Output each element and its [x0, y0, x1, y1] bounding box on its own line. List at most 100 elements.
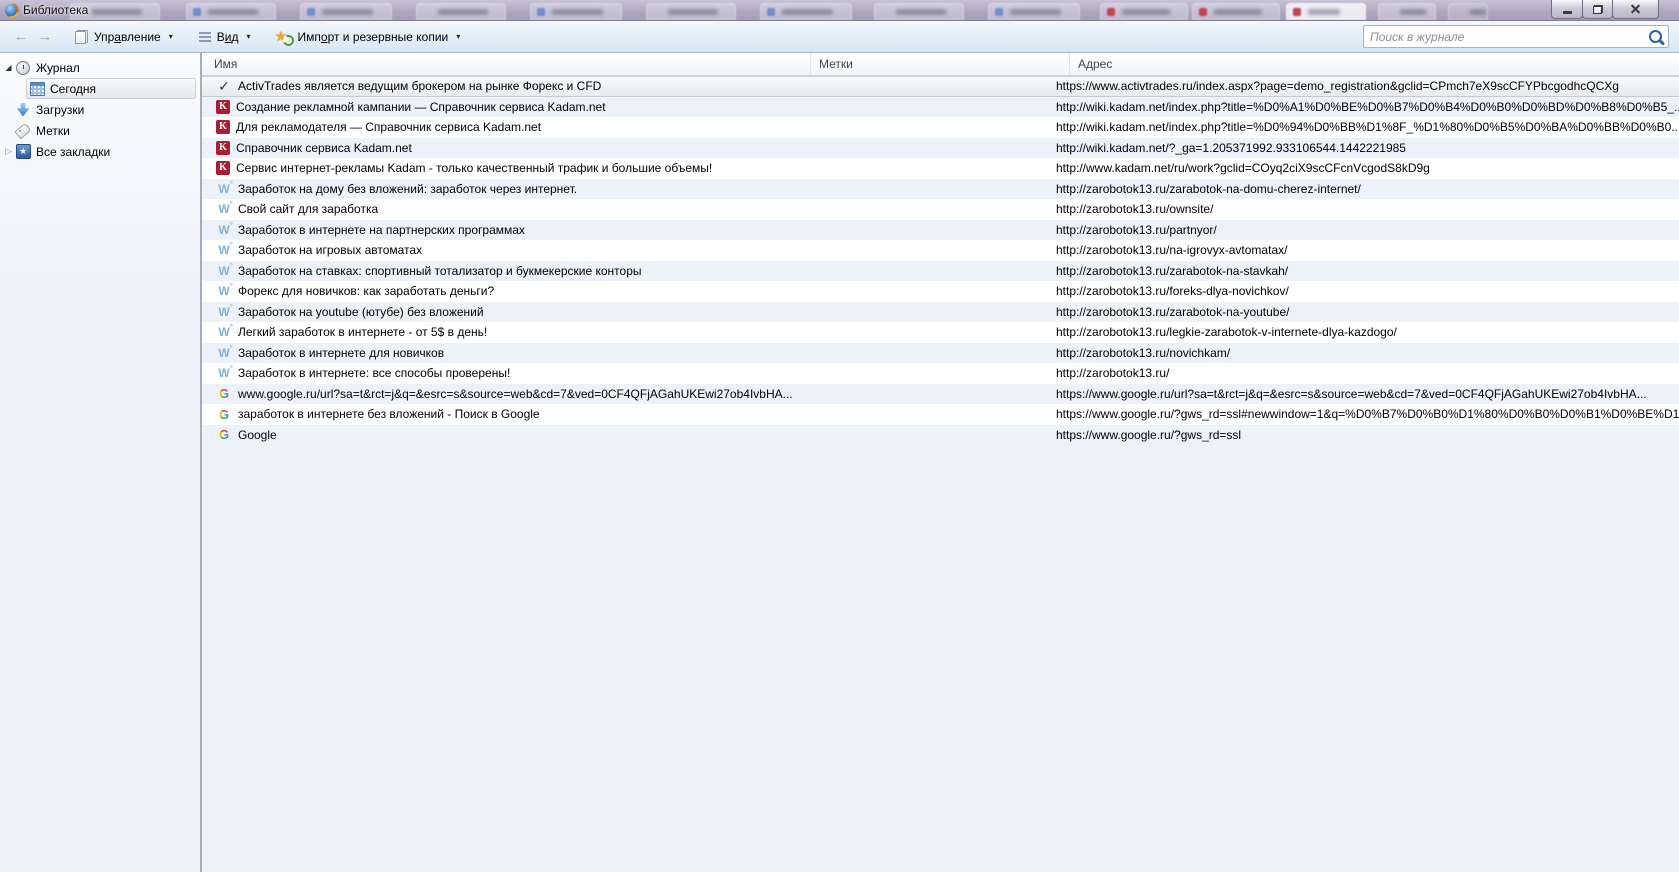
chevron-down-icon: ▾ [456, 32, 461, 41]
history-row[interactable]: K Справочник сервиса Kadam.net http://wi… [202, 137, 1679, 158]
history-row[interactable]: K Создание рекламной кампании — Справочн… [202, 96, 1679, 117]
activtrades-icon: ✓ [218, 78, 230, 94]
sidebar-item[interactable]: Все закладки [0, 141, 196, 162]
restore-icon [1592, 4, 1603, 14]
tree-expander-icon[interactable] [2, 63, 15, 72]
table-header: Имя Метки Адрес [202, 53, 1679, 76]
manage-pages-icon [75, 29, 88, 44]
row-title: ActivTrades является ведущим брокером на… [238, 79, 602, 94]
titlebar[interactable]: Библиотека [0, 0, 1679, 21]
sidebar-item-label: Журнал [36, 60, 80, 75]
history-row[interactable]: W Заработок в интернете на партнерских п… [202, 219, 1679, 240]
tab-favicon [1199, 8, 1207, 16]
back-button[interactable]: ← [10, 27, 32, 47]
firefox-icon [5, 3, 18, 17]
manage-button[interactable]: Управление ▾ [68, 27, 180, 47]
history-row[interactable]: K Для рекламодателя — Справочник сервиса… [202, 117, 1679, 138]
history-row[interactable]: ✓ ActivTrades является ведущим брокером … [202, 76, 1679, 97]
minimize-button[interactable] [1551, 0, 1583, 19]
search-icon[interactable] [1649, 30, 1662, 43]
bookmarks-icon [15, 144, 31, 160]
row-title: Заработок на игровых автоматах [238, 243, 423, 258]
background-tab [1448, 3, 1488, 20]
row-address: http://www.kadam.net/ru/work?gclid=COyq2… [1056, 161, 1430, 176]
kadam-icon: K [216, 161, 230, 176]
row-address: http://zarobotok13.ru/zarabotok-na-youtu… [1056, 304, 1290, 319]
minimize-icon [1562, 11, 1572, 14]
row-title: Создание рекламной кампании — Справочник… [236, 99, 606, 114]
row-address: https://www.google.ru/?gws_rd=ssl#newwin… [1056, 407, 1679, 422]
row-title: Заработок на youtube (ютубе) без вложени… [238, 304, 484, 319]
sidebar-item-label: Метки [36, 123, 70, 138]
row-name-cell: W Форекс для новичков: как заработать де… [202, 283, 798, 299]
row-name-cell: W Заработок на игровых автоматах [202, 242, 798, 258]
row-title: заработок в интернете без вложений - Пои… [238, 407, 540, 422]
history-row[interactable]: W Заработок на игровых автоматах http://… [202, 240, 1679, 261]
wp-icon: W [216, 283, 233, 299]
restore-button[interactable] [1582, 0, 1613, 19]
background-tab [300, 3, 392, 20]
close-button[interactable] [1612, 0, 1659, 19]
row-title: Заработок на ставках: спортивный тотализ… [238, 263, 642, 278]
import-backup-button[interactable]: Импорт и резервные копии ▾ [268, 26, 468, 48]
tab-favicon [1293, 8, 1301, 16]
tab-favicon [193, 8, 201, 16]
history-row[interactable]: G www.google.ru/url?sa=t&rct=j&q=&esrc=s… [202, 383, 1679, 404]
view-button[interactable]: Вид ▾ [192, 27, 258, 47]
sidebar-item-label: Сегодня [50, 81, 96, 96]
history-row[interactable]: K Сервис интернет-рекламы Kadam - только… [202, 158, 1679, 179]
sidebar-item[interactable]: Журнал [0, 57, 196, 78]
row-name-cell: W Заработок в интернете: все способы про… [202, 365, 798, 381]
row-address: https://www.google.ru/url?sa=t&rct=j&q=&… [1056, 386, 1647, 401]
column-header-tags[interactable]: Метки [811, 53, 1070, 75]
sidebar-item-label: Все закладки [36, 144, 111, 159]
window-title: Библиотека [23, 3, 89, 17]
column-header-name[interactable]: Имя [202, 53, 811, 75]
row-title: Заработок в интернете: все способы прове… [238, 366, 511, 381]
row-name-cell: W Заработок на ставках: спортивный тотал… [202, 263, 798, 279]
window-controls [1551, 0, 1659, 19]
view-label: Вид [216, 29, 239, 44]
history-row[interactable]: W Заработок на ставках: спортивный тотал… [202, 260, 1679, 281]
content: Журнал Сегодня Загрузки Метки [0, 53, 1679, 872]
search-input[interactable] [1370, 29, 1643, 44]
calendar-icon [29, 81, 45, 97]
history-row[interactable]: W Заработок в интернете для новичков htt… [202, 342, 1679, 363]
row-address: http://zarobotok13.ru/partnyor/ [1056, 222, 1217, 237]
downloads-icon [15, 102, 31, 118]
history-row[interactable]: W Форекс для новичков: как заработать де… [202, 281, 1679, 302]
forward-button[interactable]: → [34, 27, 56, 47]
row-name-cell: W Заработок на youtube (ютубе) без вложе… [202, 304, 798, 320]
sidebar-item[interactable]: Метки [0, 120, 196, 141]
row-name-cell: G Google [202, 427, 798, 443]
column-header-address[interactable]: Адрес [1070, 53, 1679, 75]
google-icon: G [216, 427, 232, 443]
background-tab [1192, 3, 1280, 20]
row-name-cell: K Для рекламодателя — Справочник сервиса… [202, 120, 798, 135]
history-pane: Имя Метки Адрес ✓ ActivTrades является в… [202, 53, 1679, 872]
manage-label: Управление [94, 29, 161, 44]
history-row[interactable]: W Свой сайт для заработка http://zarobot… [202, 199, 1679, 220]
sidebar-item[interactable]: Загрузки [0, 99, 196, 120]
history-row[interactable]: G Google https://www.google.ru/?gws_rd=s… [202, 424, 1679, 445]
history-row[interactable]: W Заработок в интернете: все способы про… [202, 363, 1679, 384]
import-backup-label: Импорт и резервные копии [297, 29, 449, 44]
sidebar-item[interactable]: Сегодня [26, 78, 196, 99]
background-tab [530, 3, 622, 20]
row-address: http://wiki.kadam.net/index.php?title=%D… [1056, 99, 1679, 114]
row-title: Сервис интернет-рекламы Kadam - только к… [236, 161, 713, 176]
background-tab [874, 3, 964, 20]
tree-expander-icon[interactable] [2, 146, 15, 157]
wp-icon: W [216, 201, 233, 217]
toolbar: ← → Управление ▾ Вид ▾ Импорт и резервны… [0, 21, 1679, 53]
history-row[interactable]: W Легкий заработок в интернете - от 5$ в… [202, 322, 1679, 343]
row-title: Заработок на дому без вложений: заработо… [238, 181, 578, 196]
tab-favicon [767, 8, 775, 16]
tab-favicon [537, 8, 545, 16]
history-row[interactable]: W Заработок на youtube (ютубе) без вложе… [202, 301, 1679, 322]
sidebar: Журнал Сегодня Загрузки Метки [0, 53, 202, 872]
history-row[interactable]: G заработок в интернете без вложений - П… [202, 404, 1679, 425]
history-row[interactable]: W Заработок на дому без вложений: зарабо… [202, 178, 1679, 199]
row-name-cell: K Создание рекламной кампании — Справочн… [202, 99, 798, 114]
wp-icon: W [216, 324, 233, 340]
